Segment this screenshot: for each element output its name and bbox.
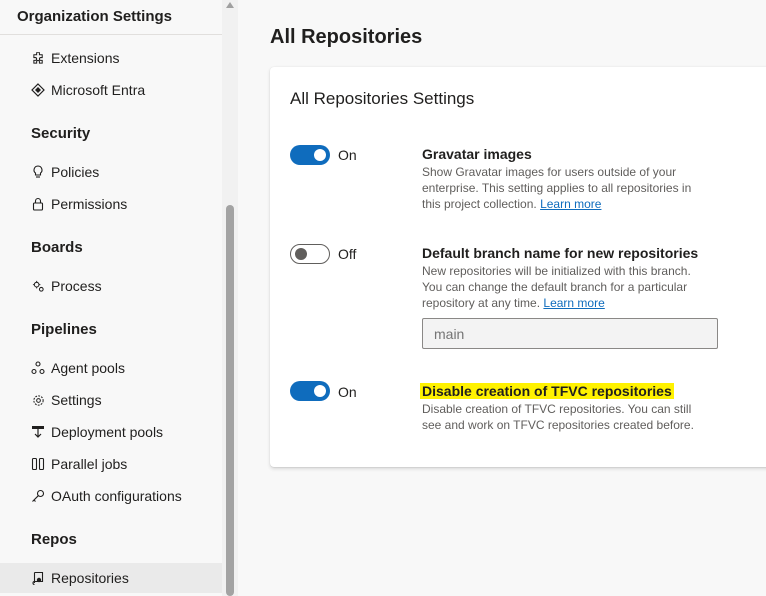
sidebar-item-label: Repositories <box>51 570 129 586</box>
key-icon <box>31 489 45 503</box>
sidebar-item-label: Agent pools <box>51 360 125 376</box>
sidebar-item-settings[interactable]: Settings <box>0 385 222 415</box>
settings-card: All Repositories Settings On Gravatar im… <box>270 67 766 467</box>
scrollbar-thumb[interactable] <box>226 205 234 596</box>
gravatar-learn-more-link[interactable]: Learn more <box>540 197 601 211</box>
deployment-pools-icon <box>31 425 45 439</box>
sidebar-item-agent-pools[interactable]: Agent pools <box>0 353 222 383</box>
sidebar-divider <box>0 34 222 35</box>
section-heading-repos: Repos <box>31 531 77 548</box>
default-branch-setting-title: Default branch name for new repositories <box>422 245 699 261</box>
default-branch-name-input[interactable] <box>422 318 718 349</box>
sidebar-item-label: Microsoft Entra <box>51 82 146 98</box>
entra-diamond-icon <box>31 83 45 97</box>
disable-tfvc-toggle-state: On <box>338 384 357 400</box>
gravatar-setting-title: Gravatar images <box>422 146 532 162</box>
gear-icon <box>31 393 45 407</box>
lightbulb-icon <box>31 165 45 179</box>
sidebar-item-label: Parallel jobs <box>51 456 128 472</box>
toggle-knob <box>314 385 326 397</box>
disable-tfvc-setting-description: Disable creation of TFVC repositories. Y… <box>422 402 694 432</box>
sidebar-item-label: Process <box>51 278 102 294</box>
page-title: All Repositories <box>270 26 423 48</box>
sidebar-item-repositories[interactable]: Repositories <box>0 563 222 593</box>
puzzle-icon <box>31 51 45 65</box>
default-branch-toggle[interactable] <box>290 244 330 264</box>
sidebar-item-deployment-pools[interactable]: Deployment pools <box>0 417 222 447</box>
sidebar-item-label: Permissions <box>51 196 128 212</box>
scroll-up-arrow-icon[interactable] <box>226 2 234 8</box>
lock-icon <box>31 197 45 211</box>
toggle-knob <box>314 149 326 161</box>
sidebar-item-policies[interactable]: Policies <box>0 157 222 187</box>
sidebar-item-parallel-jobs[interactable]: Parallel jobs <box>0 449 222 479</box>
agent-pools-icon <box>31 361 45 375</box>
sidebar-item-label: Deployment pools <box>51 424 164 440</box>
sidebar-item-process[interactable]: Process <box>0 271 222 301</box>
sidebar-item-oauth-configurations[interactable]: OAuth configurations <box>0 481 222 511</box>
default-branch-setting-description: New repositories will be initialized wit… <box>422 263 712 311</box>
default-branch-learn-more-link[interactable]: Learn more <box>543 296 604 310</box>
gravatar-toggle-state: On <box>338 147 357 163</box>
sidebar-title: Organization Settings <box>17 8 173 25</box>
sidebar-item-label: Extensions <box>51 50 120 66</box>
default-branch-toggle-state: Off <box>338 246 357 262</box>
sidebar-item-label: OAuth configurations <box>51 488 182 504</box>
gravatar-toggle[interactable] <box>290 145 330 165</box>
process-gear-icon <box>31 279 45 293</box>
section-heading-security: Security <box>31 125 91 142</box>
section-heading-pipelines: Pipelines <box>31 321 97 338</box>
parallel-jobs-icon <box>31 457 45 471</box>
section-heading-boards: Boards <box>31 239 83 256</box>
disable-tfvc-setting-title: Disable creation of TFVC repositories <box>420 383 674 399</box>
disable-tfvc-toggle[interactable] <box>290 381 330 401</box>
toggle-knob <box>295 248 307 260</box>
sidebar-item-permissions[interactable]: Permissions <box>0 189 222 219</box>
sidebar: Organization Settings Extensions Microso… <box>0 0 222 596</box>
sidebar-item-label: Settings <box>51 392 102 408</box>
sidebar-item-label: Policies <box>51 164 100 180</box>
card-title: All Repositories Settings <box>290 89 475 108</box>
sidebar-item-extensions[interactable]: Extensions <box>0 43 222 73</box>
sidebar-item-microsoft-entra[interactable]: Microsoft Entra <box>0 75 222 105</box>
gravatar-setting-description: Show Gravatar images for users outside o… <box>422 164 712 212</box>
repo-icon <box>31 571 45 585</box>
